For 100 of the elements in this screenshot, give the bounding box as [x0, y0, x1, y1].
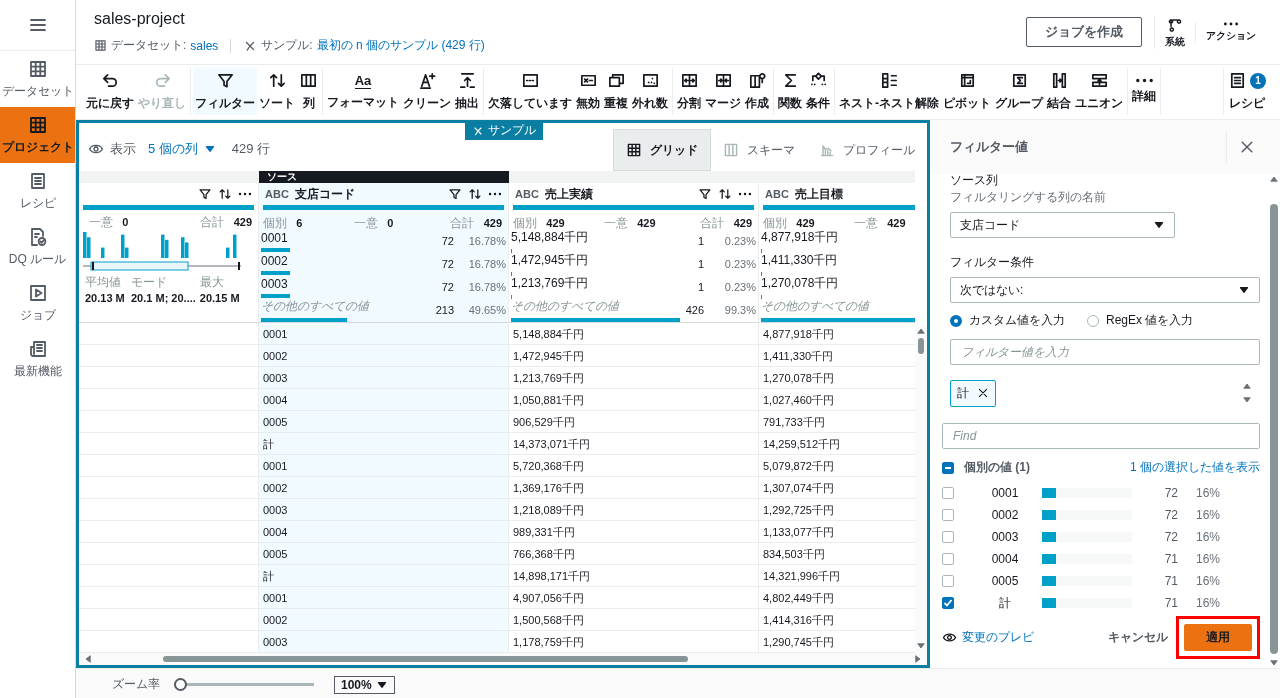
table-cell: 14,373,071千円: [509, 433, 759, 455]
top-value-label: その他のすべての値: [261, 298, 371, 315]
radio-option[interactable]: カスタム値を入力: [950, 312, 1065, 329]
sidebar-item[interactable]: DQ ルール: [0, 219, 75, 275]
toolbar-button[interactable]: 詳細: [1130, 68, 1158, 115]
value-percent: 0.23%: [723, 281, 757, 293]
apply-button[interactable]: 適用: [1184, 624, 1252, 651]
column-header[interactable]: ABC 支店コード: [259, 183, 509, 205]
table-cell: 計: [259, 433, 509, 455]
table-cell: 1,213,769千円: [509, 367, 759, 389]
radio-button[interactable]: [950, 314, 962, 327]
filter-value-field[interactable]: フィルター値を入力: [950, 339, 1260, 365]
sidebar-item[interactable]: プロジェクト: [0, 107, 75, 163]
extract-icon: [457, 71, 477, 90]
nest-icon: [879, 71, 899, 90]
vertical-scrollbar[interactable]: [915, 326, 927, 653]
cancel-button[interactable]: キャンセル: [1108, 629, 1168, 646]
header-action-button[interactable]: アクション: [1195, 21, 1266, 43]
view-tab[interactable]: スキーマ: [711, 129, 807, 171]
checkbox[interactable]: [942, 597, 954, 609]
toolbar-button[interactable]: Aa フォーマット: [325, 68, 401, 115]
value-count: 1: [696, 281, 704, 293]
select-all-checkbox[interactable]: [942, 461, 954, 474]
view-tab[interactable]: グリッド: [613, 129, 711, 171]
more-icon: [1134, 78, 1154, 83]
checkbox[interactable]: [942, 487, 954, 499]
toolbar-button[interactable]: 結合: [1045, 68, 1073, 115]
condition-select[interactable]: 次ではない:: [950, 277, 1260, 303]
top-value-label: 0003: [261, 277, 289, 291]
chip-scroller[interactable]: [1242, 381, 1252, 405]
sidebar-item[interactable]: ジョブ: [0, 275, 75, 331]
recipe-button[interactable]: 1 レシピ: [1226, 68, 1268, 115]
horizontal-scrollbar[interactable]: [79, 653, 927, 665]
dataset-link[interactable]: sales: [190, 38, 219, 53]
value-percent: 16.78%: [467, 257, 507, 270]
create-job-button[interactable]: ジョブを作成: [1026, 17, 1142, 47]
checkbox[interactable]: [942, 531, 954, 543]
filter-icon: [698, 187, 712, 201]
sample-label: サンプル:: [261, 37, 313, 54]
checkbox[interactable]: [942, 553, 954, 565]
toolbar-button[interactable]: 抽出: [453, 68, 481, 115]
eye-icon: [942, 630, 957, 645]
sidebar-item[interactable]: 最新機能: [0, 331, 75, 387]
table-cell: 0001: [259, 323, 509, 345]
column-stat: 合計 429: [450, 215, 502, 232]
toolbar-button[interactable]: 列: [297, 68, 320, 115]
table-icon: [27, 58, 48, 79]
news-icon: [27, 338, 48, 359]
sparkle-icon: [417, 71, 437, 90]
toolbar-button[interactable]: 元に戻す: [84, 68, 136, 115]
toolbar-button[interactable]: 作成: [743, 68, 771, 115]
scrollbar-thumb[interactable]: [918, 338, 924, 354]
toolbar-button[interactable]: ネスト-ネスト解除: [837, 68, 941, 115]
column-selector[interactable]: 5 個の列: [148, 140, 216, 158]
zoom-select[interactable]: 100%: [334, 675, 395, 694]
value-count: 72: [440, 280, 454, 293]
table-cell: 0002: [259, 477, 509, 499]
value-percent: 16%: [1195, 508, 1222, 522]
toolbar-button[interactable]: 欠落しています: [486, 68, 574, 115]
table-cell: 4,907,056千円: [509, 587, 759, 609]
scrollbar-thumb[interactable]: [1270, 204, 1278, 654]
preview-link[interactable]: 変更のプレビ: [942, 629, 1034, 646]
toolbar-button[interactable]: 条件: [804, 68, 832, 115]
sidebar-item[interactable]: レシピ: [0, 163, 75, 219]
sort-icon: [718, 187, 732, 201]
show-selected-link[interactable]: 1 個の選択した値を表示: [1130, 459, 1260, 476]
sidebar-item[interactable]: データセット: [0, 51, 75, 107]
toolbar-button[interactable]: 外れ数: [630, 68, 670, 115]
more-icon: [738, 192, 752, 196]
slider-thumb[interactable]: [174, 678, 187, 691]
toolbar-button[interactable]: グループ: [993, 68, 1045, 115]
header-action-button[interactable]: 系統: [1154, 15, 1195, 49]
toolbar-button[interactable]: ユニオン: [1073, 68, 1125, 115]
undo-icon: [100, 71, 120, 90]
checkbox[interactable]: [942, 575, 954, 587]
table-cell: 1,500,568千円: [509, 609, 759, 631]
view-tab[interactable]: プロフィール: [807, 129, 927, 171]
show-label: 表示: [110, 140, 136, 158]
toolbar-button[interactable]: ピボット: [941, 68, 993, 115]
sample-link[interactable]: 最初の n 個のサンプル (429 行): [316, 37, 485, 54]
toolbar-button[interactable]: 重複: [602, 68, 630, 115]
toolbar-button[interactable]: ソート: [257, 68, 297, 115]
table-cell: 0003: [259, 367, 509, 389]
table-cell: 0002: [259, 345, 509, 367]
value-chip[interactable]: 計: [950, 379, 996, 407]
toolbar-button[interactable]: マージ: [703, 68, 743, 115]
checkbox[interactable]: [942, 509, 954, 521]
toolbar-button[interactable]: 分割: [675, 68, 703, 115]
find-field[interactable]: Find: [942, 423, 1260, 449]
source-column-select[interactable]: 支店コード: [950, 212, 1175, 238]
vertical-scrollbar[interactable]: [1268, 174, 1280, 668]
toolbar-button[interactable]: クリーン: [401, 68, 453, 115]
toolbar-button[interactable]: フィルター: [193, 68, 257, 115]
column-name: 売上実績: [544, 185, 593, 203]
column-stat: 一意 429: [603, 215, 657, 232]
value-count: 72: [1163, 508, 1178, 522]
scrollbar-thumb[interactable]: [163, 656, 688, 662]
toolbar-button[interactable]: 無効: [574, 68, 602, 115]
radio-option[interactable]: RegEx 値を入力: [1087, 312, 1194, 329]
toolbar-button[interactable]: 関数: [776, 68, 804, 115]
